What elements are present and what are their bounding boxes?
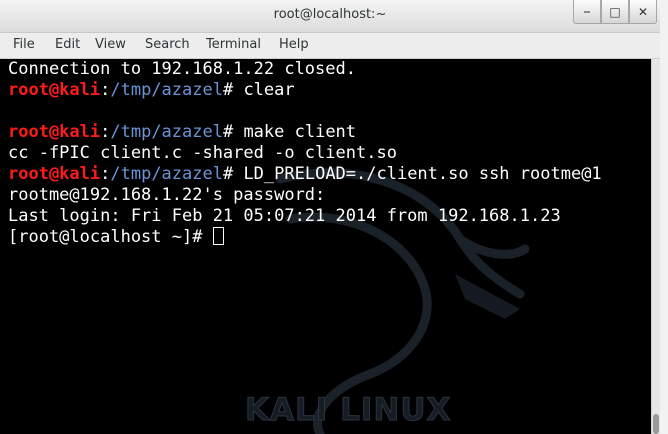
menu-help[interactable]: Help (279, 37, 309, 52)
kali-linux-watermark: KALI LINUX (244, 392, 452, 429)
terminal-text: rootme@192.168.1.22's password: (8, 185, 326, 205)
terminal-text: : (100, 164, 111, 184)
terminal-text: cc -fPIC client.c -shared -o client.so (8, 143, 397, 163)
terminal-text: [root@localhost ~]# (8, 227, 213, 247)
maximize-icon: □ (609, 4, 621, 19)
terminal-line: cc -fPIC client.c -shared -o client.so (8, 143, 602, 164)
prompt-path: /tmp/azazel (110, 164, 223, 184)
terminal-output[interactable]: KALI LINUX Connection to 192.168.1.22 cl… (0, 59, 651, 434)
prompt-path: /tmp/azazel (110, 122, 223, 142)
terminal-line: Last login: Fri Feb 21 05:07:21 2014 fro… (8, 206, 602, 227)
terminal-text: Connection to 192.168.1.22 closed. (8, 59, 356, 79)
minimize-icon: ⎯ (583, 4, 590, 18)
prompt-user: root@kali (8, 122, 101, 142)
maximize-button[interactable]: □ (601, 0, 629, 24)
menu-file[interactable]: File (13, 37, 35, 52)
terminal-text: : (100, 80, 111, 100)
terminal-text: Last login: Fri Feb 21 05:07:21 2014 fro… (8, 206, 561, 226)
menu-view[interactable]: View (95, 37, 126, 52)
close-button[interactable]: ✕ (629, 0, 657, 24)
terminal-text: : (100, 122, 111, 142)
terminal-line: root@kali:/tmp/azazel# LD_PRELOAD=./clie… (8, 164, 602, 185)
terminal-text: # clear (222, 80, 295, 100)
terminal-text: # make client (222, 122, 357, 142)
text-cursor (212, 227, 224, 245)
menu-terminal[interactable]: Terminal (206, 37, 261, 52)
scrollbar-thumb[interactable] (653, 414, 659, 434)
menu-search[interactable]: Search (145, 37, 190, 52)
terminal-lines: Connection to 192.168.1.22 closed. root@k… (8, 59, 602, 248)
terminal-line: root@kali:/tmp/azazel# clear (8, 80, 602, 101)
window-title: root@localhost:~ (273, 7, 387, 22)
title-bar[interactable]: root@localhost:~ ⎯ □ ✕ (0, 0, 660, 33)
prompt-user: root@kali (8, 80, 101, 100)
terminal-window: root@localhost:~ ⎯ □ ✕ File Edit View Se… (0, 0, 660, 434)
prompt-user: root@kali (8, 164, 101, 184)
menu-bar: File Edit View Search Terminal Help (0, 33, 660, 59)
prompt-path: /tmp/azazel (110, 80, 223, 100)
terminal-line: [root@localhost ~]# (8, 227, 602, 248)
terminal-line: root@kali:/tmp/azazel# make client (8, 122, 602, 143)
close-icon: ✕ (637, 4, 649, 19)
minimize-button[interactable]: ⎯ (573, 0, 601, 24)
menu-edit[interactable]: Edit (55, 37, 80, 52)
vertical-scrollbar[interactable] (651, 59, 660, 434)
desktop-background (660, 0, 668, 434)
terminal-line: Connection to 192.168.1.22 closed. (8, 59, 602, 80)
terminal-text: # LD_PRELOAD=./client.so ssh rootme@1 (222, 164, 602, 184)
terminal-line: rootme@192.168.1.22's password: (8, 185, 602, 206)
